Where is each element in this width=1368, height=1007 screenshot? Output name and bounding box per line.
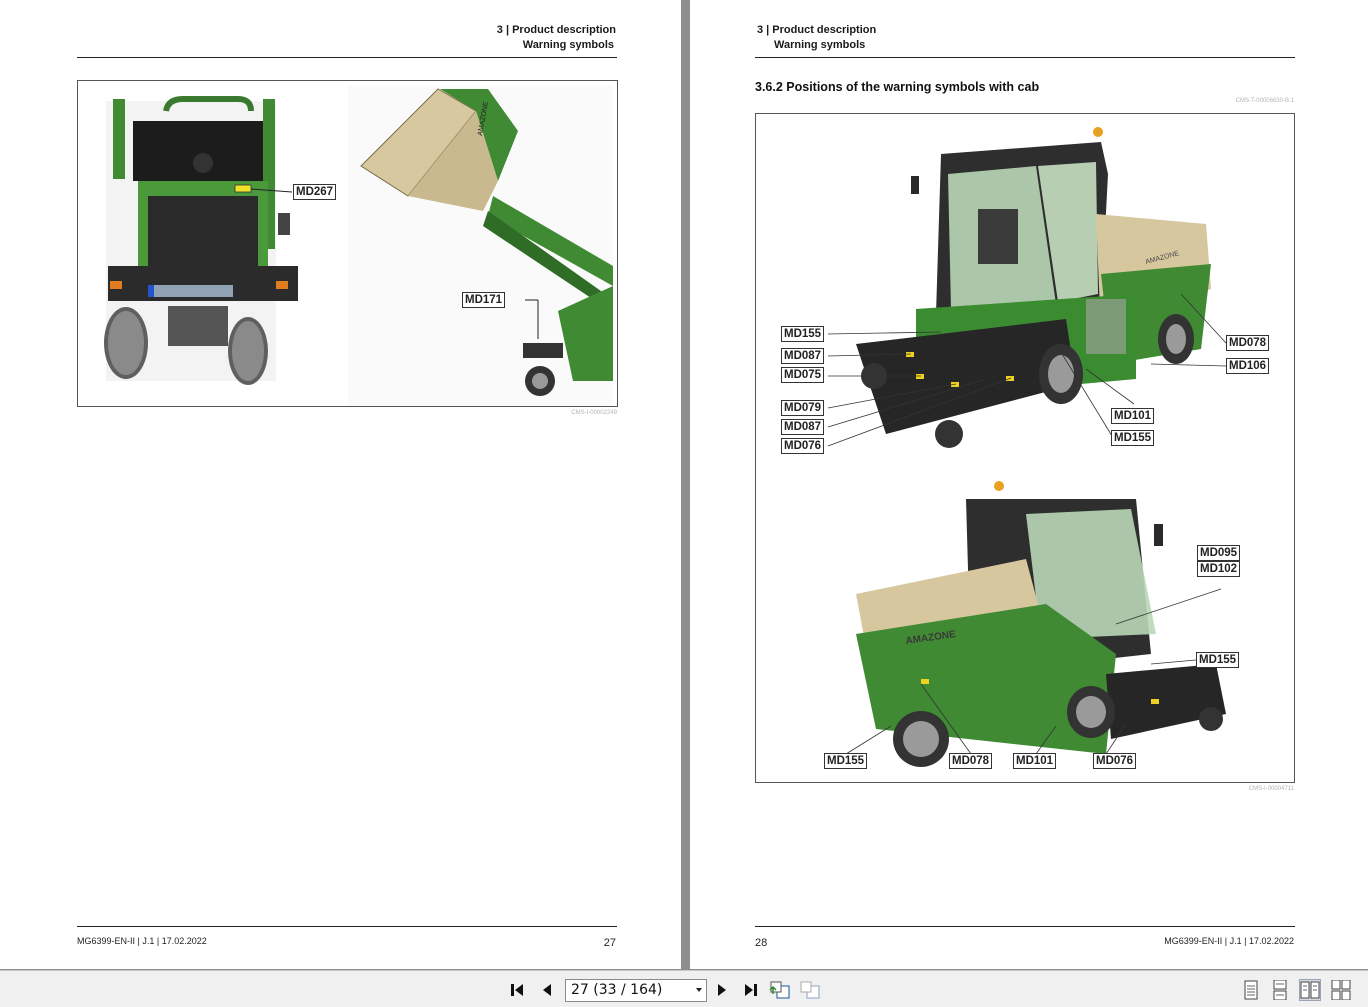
figure-id: CMS-I-00004711: [1248, 786, 1294, 792]
single-page-icon[interactable]: [1240, 979, 1262, 1001]
page-indicator-text: 27 (33 / 164): [571, 982, 663, 998]
last-page-icon[interactable]: [739, 979, 761, 1001]
page-number: 28: [755, 937, 768, 949]
page-number: 27: [603, 937, 616, 949]
first-page-icon[interactable]: [508, 979, 530, 1001]
callout-md075: MD075: [781, 367, 825, 383]
callout-md078-b: MD078: [949, 753, 993, 769]
callout-md106: MD106: [1226, 358, 1270, 374]
callout-md079: MD079: [781, 400, 825, 416]
chevron-down-icon: [696, 988, 702, 992]
callout-md076-b: MD076: [1093, 753, 1137, 769]
callout-md101-a: MD101: [1111, 408, 1155, 424]
footer-doc-ref: MG6399-EN-II | J.1 | 17.02.2022: [1164, 936, 1294, 946]
page-number-select[interactable]: 27 (33 / 164): [565, 979, 707, 1002]
callout-md171: MD171: [462, 292, 506, 308]
figure-id: CMS-I-00002249: [571, 410, 617, 416]
navigation-toolbar: 27 (33 / 164): [0, 970, 1368, 1007]
header-section: Warning symbols: [774, 39, 866, 51]
callout-md087-b: MD087: [781, 419, 825, 435]
facing-pages-icon[interactable]: [1299, 979, 1321, 1001]
header-rule: [77, 57, 617, 58]
section-title: 3.6.2 Positions of the warning symbols w…: [755, 80, 1040, 94]
go-forward-icon[interactable]: [799, 979, 821, 1001]
page-27: 3 | Product description Warning symbols: [0, 0, 681, 969]
callout-md155-c: MD155: [1196, 652, 1240, 668]
footer-rule: [755, 926, 1295, 927]
machine-illustration-left: AMAZONE: [104, 86, 613, 406]
machine-illustration-right: AMAZONE AMAZONE: [827, 127, 1227, 767]
page-28: 3 | Product description Warning symbols …: [690, 0, 1368, 969]
footer-doc-ref: MG6399-EN-II | J.1 | 17.02.2022: [77, 936, 207, 946]
document-viewer: 3 | Product description Warning symbols: [0, 0, 1368, 970]
callout-md155-a: MD155: [781, 326, 825, 342]
header-section: Warning symbols: [522, 39, 614, 51]
callout-md078-a: MD078: [1226, 335, 1270, 351]
callout-md101-b: MD101: [1013, 753, 1057, 769]
section-id: CMS-T-00006630-B.1: [1235, 98, 1294, 104]
next-page-icon[interactable]: [711, 979, 733, 1001]
callout-md087-a: MD087: [781, 348, 825, 364]
callout-md076-a: MD076: [781, 438, 825, 454]
continuous-facing-icon[interactable]: [1330, 979, 1352, 1001]
figure-warning-symbols-cab: AMAZONE AMAZONE MD155 MD087 MD075 MD079 …: [755, 113, 1295, 783]
header-chapter: 3 | Product description: [757, 24, 877, 36]
callout-md155-b: MD155: [1111, 430, 1155, 446]
callout-md155-d: MD155: [824, 753, 868, 769]
callout-md102: MD102: [1197, 561, 1241, 577]
previous-page-icon[interactable]: [536, 979, 558, 1001]
header-rule: [755, 57, 1295, 58]
callout-md095: MD095: [1197, 545, 1241, 561]
footer-rule: [77, 926, 617, 927]
header-chapter: 3 | Product description: [496, 24, 616, 36]
go-back-icon[interactable]: [769, 979, 791, 1001]
figure-engine-and-hopper: AMAZONE MD267 MD171: [77, 80, 618, 407]
callout-md267: MD267: [293, 184, 337, 200]
continuous-icon[interactable]: [1269, 979, 1291, 1001]
